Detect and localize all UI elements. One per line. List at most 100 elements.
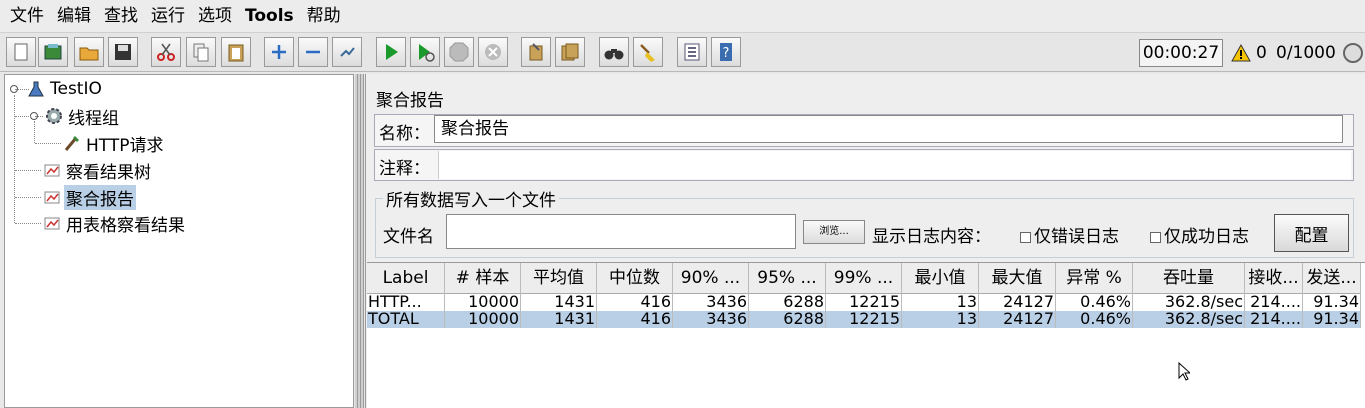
table-row[interactable]: HTTP... 10000 1431 416 3436 6288 12215 13 24127 0… [367, 294, 1361, 311]
menu-bar: 文件 编辑 查找 运行 选项 Tools 帮助 [0, 0, 1365, 32]
menu-edit[interactable]: 编辑 [53, 0, 100, 32]
table-cell: 416 [597, 311, 673, 328]
column-header[interactable]: 接收... [1245, 263, 1303, 294]
menu-help[interactable]: 帮助 [303, 0, 350, 32]
table-cell: 10000 [445, 294, 521, 311]
paste-icon[interactable] [221, 37, 251, 67]
clear-all-icon[interactable] [555, 37, 585, 67]
warning-icon [1231, 44, 1251, 62]
table-cell: 3436 [673, 311, 749, 328]
table-cell: 0.46% [1056, 311, 1133, 328]
table-cell: 10000 [445, 311, 521, 328]
elapsed-timer: 00:00:27 [1139, 39, 1223, 67]
split-pane-divider[interactable] [355, 74, 364, 408]
function-helper-icon[interactable] [677, 37, 707, 67]
panel-title: 聚合报告 [376, 91, 444, 111]
comment-label: 注释： [379, 159, 430, 179]
table-cell: 416 [597, 294, 673, 311]
tree-node-table-results[interactable]: 用表格察看结果 [43, 211, 187, 236]
start-no-pause-icon[interactable] [410, 37, 440, 67]
table-cell: 1431 [521, 294, 597, 311]
test-plan-icon [27, 80, 45, 98]
mouse-cursor-icon [1178, 362, 1190, 381]
active-threads: 0/1000 [1276, 43, 1336, 63]
help-icon[interactable]: ? [711, 37, 741, 67]
column-header[interactable]: 平均值 [521, 263, 597, 294]
warning-count: 0 [1256, 43, 1267, 63]
table-cell: 24127 [979, 311, 1056, 328]
column-header[interactable]: 中位数 [597, 263, 673, 294]
menu-run[interactable]: 运行 [147, 0, 194, 32]
new-icon[interactable] [6, 37, 36, 67]
gear-icon [45, 107, 63, 125]
success-only-option[interactable]: 仅成功日志 [1150, 222, 1249, 247]
open-icon[interactable] [74, 37, 104, 67]
cut-icon[interactable] [151, 37, 181, 67]
column-header[interactable]: 发送... [1303, 263, 1361, 294]
column-header[interactable]: 最大值 [979, 263, 1056, 294]
column-header[interactable]: 异常 % [1056, 263, 1133, 294]
expand-icon[interactable] [264, 37, 294, 67]
column-header[interactable]: # 样本 [445, 263, 521, 294]
column-header[interactable]: Label [367, 263, 445, 294]
comment-input[interactable] [438, 151, 1351, 179]
configure-button[interactable]: 配置 [1274, 214, 1349, 252]
table-cell: 3436 [673, 294, 749, 311]
start-icon[interactable] [376, 37, 406, 67]
column-header[interactable]: 吞吐量 [1133, 263, 1245, 294]
errors-only-checkbox[interactable] [1020, 231, 1031, 243]
table-cell: 91.34 [1303, 294, 1361, 311]
table-cell: 6288 [749, 311, 826, 328]
browse-button[interactable]: 浏览... [803, 220, 865, 244]
listener-icon [43, 214, 61, 232]
table-cell: 362.8/sec [1133, 294, 1245, 311]
column-header[interactable]: 99% ... [826, 263, 902, 294]
sampler-icon [63, 134, 81, 152]
column-header[interactable]: 最小值 [902, 263, 979, 294]
table-cell: 13 [902, 311, 979, 328]
templates-icon[interactable] [38, 37, 68, 67]
reset-search-icon[interactable] [633, 37, 663, 67]
tree-node-result-tree[interactable]: 察看结果树 [43, 158, 153, 183]
tree-node-http-request[interactable]: HTTP请求 [63, 131, 166, 156]
menu-tools[interactable]: Tools [241, 0, 303, 32]
collapse-icon[interactable] [298, 37, 328, 67]
table-cell: 214.... [1245, 311, 1303, 328]
column-header[interactable]: 90% ... [673, 263, 749, 294]
table-cell: 0.46% [1056, 294, 1133, 311]
group-title: 所有数据写入一个文件 [383, 186, 559, 211]
filename-input[interactable] [446, 214, 796, 249]
table-cell: 91.34 [1303, 311, 1361, 328]
menu-file[interactable]: 文件 [6, 0, 53, 32]
listener-icon [43, 161, 61, 179]
table-cell: 362.8/sec [1133, 311, 1245, 328]
tree-node-test-plan[interactable]: TestIO [27, 77, 104, 101]
table-cell: 12215 [826, 311, 902, 328]
tree-node-aggregate-report[interactable]: 聚合报告 [43, 184, 136, 210]
menu-options[interactable]: 选项 [194, 0, 241, 32]
errors-only-option[interactable]: 仅错误日志 [1020, 222, 1119, 247]
menu-search[interactable]: 查找 [100, 0, 147, 32]
svg-text:?: ? [723, 46, 730, 61]
table-cell: 6288 [749, 294, 826, 311]
tree-node-thread-group[interactable]: 线程组 [45, 104, 121, 129]
copy-icon[interactable] [186, 37, 216, 67]
table-row[interactable]: TOTAL 10000 1431 416 3436 6288 12215 13 24127 0.4… [367, 311, 1361, 328]
search-icon[interactable] [599, 37, 629, 67]
clear-icon[interactable] [521, 37, 551, 67]
log-content-label: 显示日志内容： [872, 227, 991, 247]
warning-counter[interactable]: 0 [1231, 39, 1267, 67]
stop-icon[interactable] [444, 37, 474, 67]
remote-status-icon [1343, 43, 1363, 63]
save-icon[interactable] [108, 37, 138, 67]
name-input[interactable]: 聚合报告 [434, 115, 1343, 143]
column-header[interactable]: 95% ... [749, 263, 826, 294]
table-header: Label # 样本 平均值 中位数 90% ... 95% ... 99% ... 最小值最… [367, 263, 1361, 294]
test-plan-tree: TestIO 线程组 HTTP请求 察看结果树 聚合报告 用表格察看结果 [4, 74, 354, 408]
toggle-icon[interactable] [332, 37, 362, 67]
table-cell: 214.... [1245, 294, 1303, 311]
shutdown-icon[interactable] [478, 37, 508, 67]
table-cell: 12215 [826, 294, 902, 311]
aggregate-report-panel: 聚合报告 名称： 聚合报告 注释： 所有数据写入一个文件 文件名 浏览... 显… [365, 74, 1365, 408]
success-only-checkbox[interactable] [1150, 231, 1161, 243]
